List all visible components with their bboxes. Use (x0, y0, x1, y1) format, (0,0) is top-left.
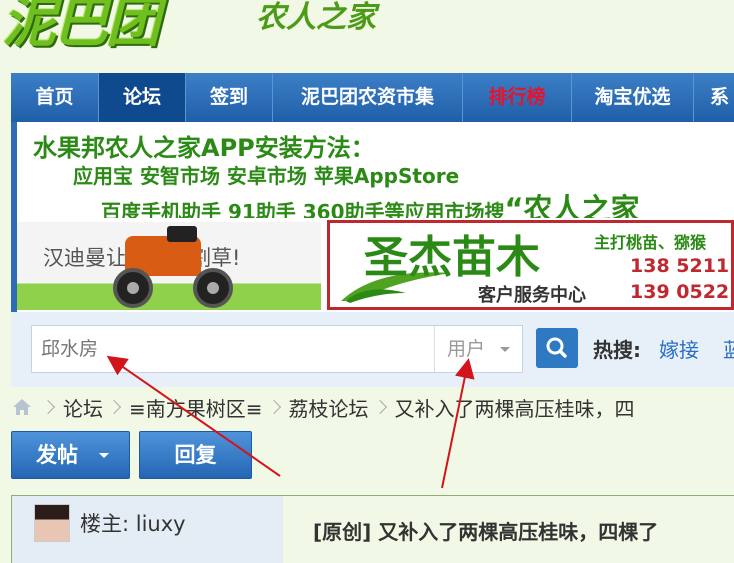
avatar[interactable] (34, 504, 70, 542)
banner-area: 水果邦农人之家APP安装方法： 应用宝 安智市场 安卓市场 苹果AppStore… (11, 122, 734, 312)
reply-button[interactable]: 回复 (139, 431, 252, 479)
breadcrumb-board[interactable]: 荔枝论坛 (289, 393, 369, 422)
app-install-ad[interactable]: 水果邦农人之家APP安装方法： 应用宝 安智市场 安卓市场 苹果AppStore… (17, 122, 734, 226)
ad-line-2: 应用宝 安智市场 安卓市场 苹果AppStore (73, 164, 460, 188)
breadcrumb-separator (372, 399, 387, 415)
seedling-desc: 主打桃苗、猕猴 (594, 233, 707, 252)
breadcrumb-separator (40, 399, 56, 415)
thread-header: 楼主: liuxy [原创] 又补入了两棵高压桂味，四棵了 (11, 495, 734, 563)
logo-main-text: 泥巴团 (2, 0, 160, 54)
search-box: 用户 (31, 325, 523, 373)
author-cell: 楼主: liuxy (11, 496, 283, 563)
nav-item-checkin[interactable]: 签到 (186, 73, 273, 122)
author-label[interactable]: 楼主: liuxy (80, 508, 186, 538)
mower-wheel (113, 268, 153, 308)
breadcrumb: 论坛 ≡南方果树区≡ 荔枝论坛 又补入了两棵高压桂味，四 (11, 392, 635, 422)
nav-item-home[interactable]: 首页 (11, 73, 99, 122)
breadcrumb-forum[interactable]: 论坛 (63, 393, 103, 422)
hot-search-link[interactable]: 嫁接 (659, 334, 699, 363)
new-post-button[interactable]: 发帖 (11, 431, 130, 479)
logo-sub-text: 农人之家 (256, 0, 376, 35)
banner-lower: 汉迪曼让您爱上割草! 圣杰苗木 主打桃苗、猕猴 138 5211 1 139 0… (17, 218, 734, 312)
chevron-down-icon (500, 347, 510, 352)
title-cell: [原创] 又补入了两棵高压桂味，四棵了 (283, 496, 734, 563)
mower-wheel (193, 268, 233, 308)
seedling-phone-1: 138 5211 1 (630, 255, 734, 277)
nav-item-forum[interactable]: 论坛 (99, 73, 186, 122)
home-icon[interactable] (11, 397, 33, 417)
hot-search-label: 热搜: (593, 338, 641, 362)
hot-search-link[interactable]: 蓝 (723, 334, 734, 363)
nav-item-market[interactable]: 泥巴团农资市集 (273, 73, 463, 122)
chevron-down-icon (99, 453, 109, 458)
thread-title: [原创] 又补入了两棵高压桂味，四棵了 (313, 520, 659, 544)
search-button[interactable] (536, 328, 578, 368)
seedling-service: 客户服务中心 (478, 285, 586, 306)
nav-item-ranking[interactable]: 排行榜 (463, 73, 572, 122)
reply-label: 回复 (174, 443, 217, 467)
search-icon (546, 337, 567, 358)
ad-line-1: 水果邦农人之家APP安装方法： (33, 134, 375, 162)
breadcrumb-thread[interactable]: 又补入了两棵高压桂味，四 (395, 393, 635, 422)
breadcrumb-separator (106, 399, 122, 415)
main-nav: 首页 论坛 签到 泥巴团农资市集 排行榜 淘宝优选 系 (11, 73, 734, 122)
nav-item-more[interactable]: 系 (694, 73, 734, 122)
seedling-phone-2: 139 0522 9 (630, 281, 734, 303)
mower-seat (167, 226, 197, 242)
nav-item-taobao[interactable]: 淘宝优选 (572, 73, 694, 122)
site-logo[interactable]: 泥巴团 农人之家 (0, 0, 734, 72)
breadcrumb-separator (266, 399, 281, 415)
seedling-title: 圣杰苗木 (364, 232, 540, 283)
breadcrumb-section[interactable]: ≡南方果树区≡ (129, 393, 263, 422)
seedling-ad[interactable]: 圣杰苗木 主打桃苗、猕猴 138 5211 1 139 0522 9 客户服务中… (327, 220, 734, 310)
new-post-label: 发帖 (36, 443, 78, 467)
search-type-label: 用户 (447, 338, 486, 360)
mower-ad[interactable]: 汉迪曼让您爱上割草! (17, 222, 321, 310)
search-type-select[interactable]: 用户 (434, 326, 522, 372)
search-input[interactable] (32, 326, 434, 372)
search-bar: 用户 热搜: 嫁接 蓝 (11, 312, 734, 387)
